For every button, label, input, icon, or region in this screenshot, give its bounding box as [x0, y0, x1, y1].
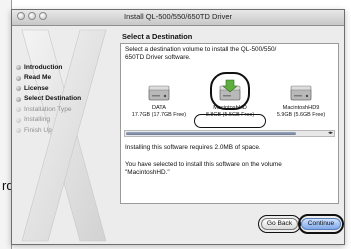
volume-name: DATA	[151, 105, 167, 111]
step-read-me: Read Me	[12, 73, 120, 84]
volume-macintoshhd9[interactable]: MacintoshHD9 5.9GB (5.6GB Free)	[265, 78, 337, 128]
destination-instructions: Select a destination volume to install t…	[125, 46, 277, 61]
volume-macintoshhd[interactable]: MacintoshHD 8.8GB (5.5GB Free)	[194, 72, 266, 128]
step-select-destination: Select Destination	[12, 94, 120, 105]
volume-size: 5.9GB (5.6GB Free)	[276, 112, 326, 118]
volume-list: DATA 17.7GB (17.7GB Free) MacintoshHD 8.…	[121, 72, 338, 128]
bullet-icon	[16, 75, 21, 81]
bullet-icon	[16, 86, 21, 91]
hard-drive-icon	[290, 85, 312, 101]
step-introduction: Introduction	[12, 62, 120, 73]
scroll-arrows-icon[interactable]: ◂▸	[328, 130, 333, 136]
volume-size: 17.7GB (17.7GB Free)	[131, 112, 187, 118]
bullet-icon	[16, 65, 21, 70]
installer-window: Install QL-500/550/650TD Driver Introduc…	[11, 9, 345, 245]
bullet-icon	[16, 117, 21, 123]
panel-title: Select a Destination	[122, 32, 193, 41]
scroll-thumb[interactable]	[126, 132, 296, 135]
step-license: License	[12, 83, 120, 94]
title-bar[interactable]: Install QL-500/550/650TD Driver	[12, 10, 344, 26]
volume-data[interactable]: DATA 17.7GB (17.7GB Free)	[123, 78, 195, 128]
installer-steps: Introduction Read Me License Select Dest…	[12, 62, 120, 136]
bullet-icon	[16, 107, 21, 112]
step-installation-type: Installation Type	[12, 104, 120, 115]
continue-button[interactable]: Continue	[301, 218, 341, 230]
go-back-button[interactable]: Go Back	[261, 218, 298, 230]
destination-panel: Select a destination volume to install t…	[120, 43, 339, 204]
window-title: Install QL-500/550/650TD Driver	[124, 12, 232, 21]
selection-highlight	[210, 72, 250, 110]
bullet-icon	[16, 128, 21, 133]
selection-message: You have selected to install this softwa…	[125, 161, 282, 176]
mac-os-x-watermark-icon	[21, 29, 107, 242]
hard-drive-icon	[148, 85, 170, 101]
step-finish-up: Finish Up	[12, 125, 120, 136]
volume-name: MacintoshHD9	[282, 105, 320, 111]
volume-scrollbar[interactable]: ◂▸	[124, 130, 335, 137]
step-installing: Installing	[12, 115, 120, 126]
bullet-icon	[16, 96, 21, 102]
selection-highlight	[194, 114, 266, 128]
space-requirement: Installing this software requires 2.0MB …	[125, 144, 261, 151]
